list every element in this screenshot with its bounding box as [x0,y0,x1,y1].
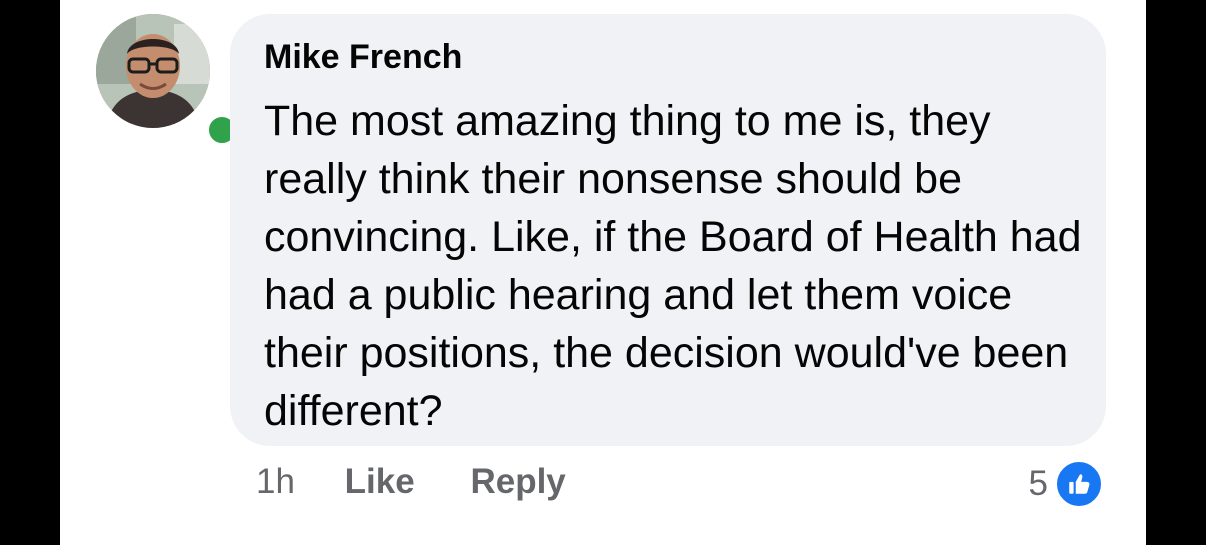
screenshot-frame: Mike French The most amazing thing to me… [0,0,1206,545]
reaction-count: 5 [1028,464,1048,503]
avatar[interactable] [96,14,210,128]
reaction-summary[interactable]: 5 [1029,459,1104,509]
comment-timestamp[interactable]: 1h [256,462,295,502]
thumbs-up-icon [1054,459,1104,509]
comment-actions: 1h Like Reply [256,462,612,502]
comment-card: Mike French The most amazing thing to me… [60,0,1146,545]
comment-bubble: Mike French The most amazing thing to me… [230,14,1106,446]
profile-photo-icon [96,14,210,128]
comment-author-name[interactable]: Mike French [264,38,462,77]
comment-text: The most amazing thing to me is, they re… [264,97,1082,435]
like-button[interactable]: Like [345,462,415,502]
avatar-container[interactable] [96,14,240,148]
reply-button[interactable]: Reply [470,462,565,502]
